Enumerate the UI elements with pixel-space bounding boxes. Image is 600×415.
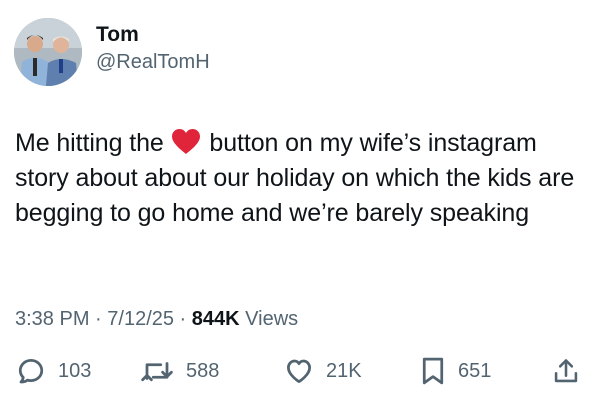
- bookmark-icon: [420, 356, 446, 386]
- tweet-text-before-emoji: Me hitting the: [15, 129, 171, 157]
- repost-count: 588: [186, 359, 220, 382]
- share-icon: [552, 356, 580, 386]
- author-handle[interactable]: @RealTomH: [96, 49, 210, 75]
- repost-icon: [140, 356, 174, 386]
- reply-count: 103: [58, 359, 92, 382]
- reply-icon: [16, 356, 46, 386]
- meta-separator: ·: [174, 308, 192, 330]
- like-button[interactable]: 21K: [284, 354, 362, 388]
- views-label: Views: [239, 308, 299, 330]
- tweet-meta: 3:38 PM · 7/12/25 · 844K Views: [15, 306, 298, 332]
- tweet-card: Tom @RealTomH Me hitting the button on m…: [0, 0, 600, 415]
- tweet-date[interactable]: 7/12/25: [107, 308, 174, 330]
- views-count: 844K: [191, 308, 240, 330]
- action-bar: 103 588 21K 651: [0, 354, 600, 388]
- meta-separator: ·: [89, 308, 108, 330]
- author-display-name[interactable]: Tom: [96, 22, 210, 48]
- bookmark-button[interactable]: 651: [420, 354, 491, 388]
- like-count: 21K: [326, 359, 362, 382]
- red-heart-emoji: [171, 128, 201, 155]
- bookmark-count: 651: [458, 359, 492, 382]
- author-block: Tom @RealTomH: [96, 22, 210, 75]
- tweet-time[interactable]: 3:38 PM: [15, 308, 89, 330]
- reply-button[interactable]: 103: [16, 354, 91, 388]
- share-button[interactable]: [552, 354, 580, 388]
- like-icon: [284, 356, 314, 386]
- avatar[interactable]: [14, 18, 82, 86]
- repost-button[interactable]: 588: [140, 354, 219, 388]
- tweet-text: Me hitting the button on my wife’s insta…: [15, 126, 590, 231]
